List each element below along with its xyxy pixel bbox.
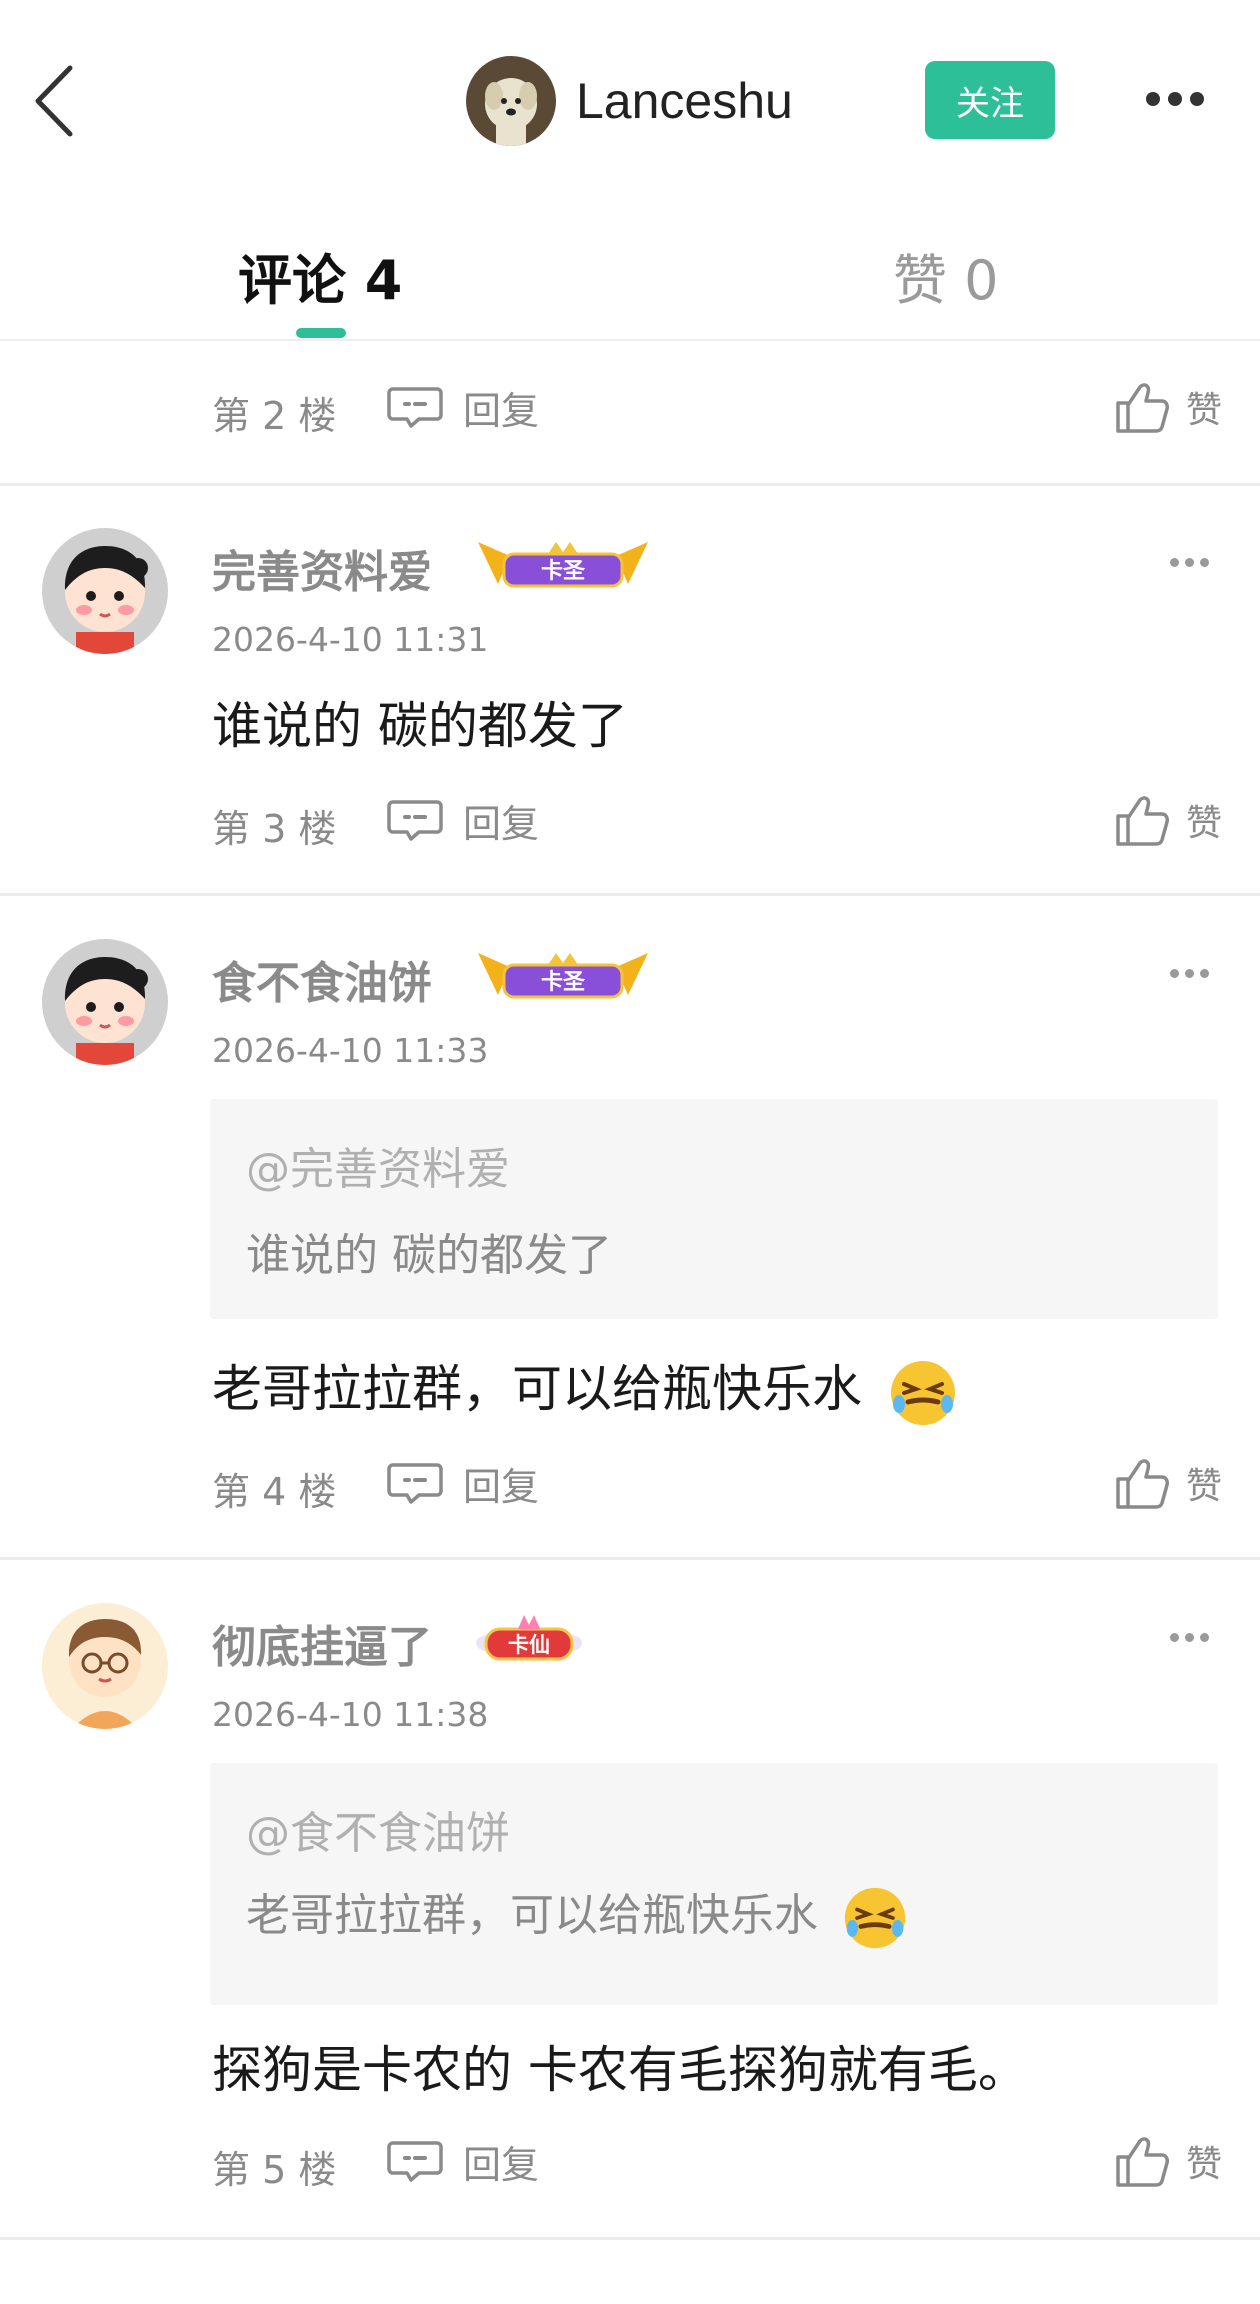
like-button[interactable]: 赞 [1114, 377, 1222, 437]
like-button[interactable]: 赞 [1114, 2131, 1222, 2191]
reply-button[interactable]: 回复 [387, 381, 539, 433]
comment-text: 探狗是卡农的 卡农有毛探狗就有毛。 [212, 2041, 1028, 2099]
thumbs-up-icon [1116, 383, 1169, 433]
reply-button[interactable]: 回复 [387, 2135, 539, 2187]
reply-icon [387, 800, 443, 841]
floor-number: 第 4 楼 [212, 1470, 337, 1514]
author-avatar[interactable] [466, 56, 556, 146]
level-badge-icon: 卡圣 [478, 542, 648, 588]
reply-icon [387, 387, 443, 428]
back-arrow-icon[interactable] [30, 62, 80, 140]
comment-actions: 第 4 楼 回复 赞 [212, 1453, 1222, 1514]
level-badge-icon: 卡仙 [476, 1615, 582, 1661]
like-button[interactable]: 赞 [1114, 790, 1222, 850]
like-button[interactable]: 赞 [1114, 1453, 1222, 1513]
comment-text: 谁说的 碳的都发了 [212, 697, 628, 755]
quoted-user[interactable]: @完善资料爱 [246, 1133, 510, 1197]
badge-text: 卡圣 [541, 970, 586, 995]
comment-actions: 第 3 楼 回复 赞 [212, 790, 1222, 851]
badge-text: 卡仙 [508, 1633, 550, 1657]
floor-number: 第 5 楼 [212, 2148, 337, 2192]
like-label: 赞 [1185, 390, 1222, 431]
like-label: 赞 [1185, 1466, 1222, 1507]
comment-more-icon[interactable] [1170, 969, 1210, 981]
reply-label: 回复 [463, 801, 540, 846]
tab-bar: 评论 4 赞 0 [0, 230, 1260, 340]
quoted-text: 老哥拉拉群，可以给瓶快乐水 [246, 1890, 818, 1941]
comment-actions-floor-2: 第 2 楼 回复 赞 [212, 377, 1222, 438]
tabs-divider [0, 339, 1260, 341]
comment-time: 2026-4-10 11:33 [212, 1031, 489, 1070]
comment-item: 食不食油饼 卡圣 2026-4-10 11:33 @完善资料爱 谁说的 碳的都发… [0, 939, 1260, 1549]
comment-more-icon[interactable] [1170, 558, 1210, 570]
more-options-icon[interactable] [1146, 92, 1206, 108]
commenter-avatar[interactable] [42, 939, 168, 1065]
commenter-name[interactable]: 完善资料爱 [212, 536, 432, 600]
quoted-text: 谁说的 碳的都发了 [246, 1230, 612, 1281]
laugh-cry-emoji-icon [844, 1887, 906, 1949]
post-author[interactable]: Lanceshu [466, 56, 793, 146]
floor-number: 第 2 楼 [212, 394, 337, 438]
comment-divider [0, 893, 1260, 896]
reply-button[interactable]: 回复 [387, 1457, 539, 1509]
commenter-name[interactable]: 彻底挂逼了 [212, 1611, 432, 1675]
comment-time: 2026-4-10 11:38 [212, 1695, 489, 1734]
like-label: 赞 [1185, 803, 1222, 844]
level-badge-icon: 卡圣 [478, 953, 648, 999]
tab-likes[interactable]: 赞 0 [893, 236, 999, 315]
comment-item: 彻底挂逼了 卡仙 2026-4-10 11:38 @食不食油饼 老哥拉拉群，可以… [0, 1603, 1260, 2243]
top-bar: Lanceshu 关注 [0, 0, 1260, 200]
thumbs-up-icon [1116, 2137, 1169, 2187]
reply-button[interactable]: 回复 [387, 794, 539, 846]
comment-text: 老哥拉拉群，可以给瓶快乐水 [212, 1360, 862, 1418]
quoted-body: 老哥拉拉群，可以给瓶快乐水 [246, 1879, 908, 1951]
comment-divider [0, 1557, 1260, 1560]
commenter-avatar[interactable] [42, 528, 168, 654]
reply-icon [387, 2141, 443, 2182]
commenter-name[interactable]: 食不食油饼 [212, 947, 432, 1011]
thumbs-up-icon [1116, 796, 1169, 846]
comment-time: 2026-4-10 11:31 [212, 620, 489, 659]
like-label: 赞 [1185, 2144, 1222, 2185]
commenter-avatar[interactable] [42, 1603, 168, 1729]
laugh-cry-emoji-icon [890, 1360, 955, 1425]
quoted-user[interactable]: @食不食油饼 [246, 1797, 510, 1861]
follow-button[interactable]: 关注 [925, 61, 1055, 139]
reply-label: 回复 [463, 388, 540, 433]
comment-item: 完善资料爱 卡圣 2026-4-10 11:31 谁说的 碳的都发了 第 3 楼… [0, 528, 1260, 888]
floor-number: 第 3 楼 [212, 807, 337, 851]
comment-divider [0, 483, 1260, 486]
comment-more-icon[interactable] [1170, 1633, 1210, 1645]
badge-text: 卡圣 [541, 559, 586, 584]
quoted-comment[interactable]: @食不食油饼 老哥拉拉群，可以给瓶快乐水 [210, 1763, 1218, 2005]
reply-icon [387, 1463, 443, 1504]
comment-divider [0, 2237, 1260, 2240]
comment-actions: 第 5 楼 回复 赞 [212, 2131, 1222, 2192]
comment-body: 老哥拉拉群，可以给瓶快乐水 [212, 1349, 958, 1428]
reply-label: 回复 [463, 1464, 540, 1509]
tab-comments[interactable]: 评论 4 [238, 236, 402, 315]
reply-label: 回复 [463, 2142, 540, 2187]
author-name[interactable]: Lanceshu [576, 72, 793, 130]
active-tab-indicator [296, 328, 346, 338]
thumbs-up-icon [1116, 1459, 1169, 1509]
quoted-comment[interactable]: @完善资料爱 谁说的 碳的都发了 [210, 1099, 1218, 1319]
